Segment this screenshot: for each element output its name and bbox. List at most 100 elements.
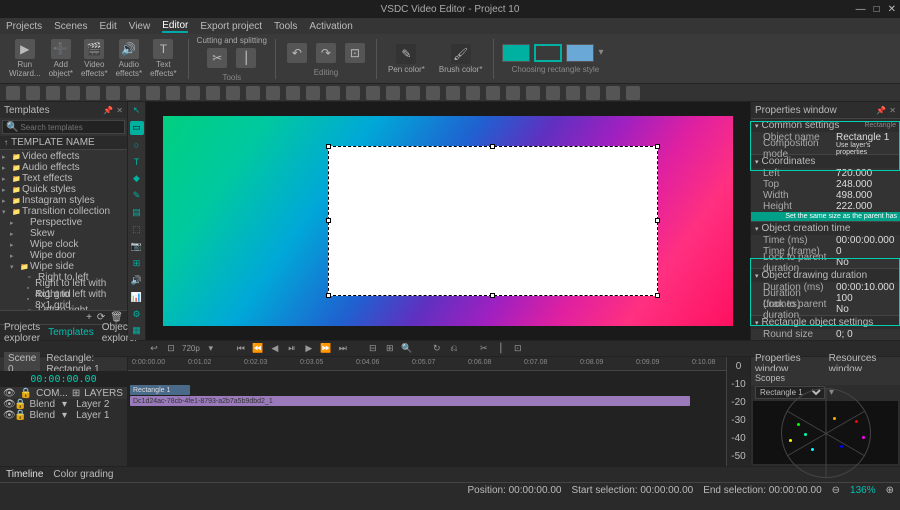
vtool-11[interactable]: 📊 — [130, 290, 144, 304]
tab-templates[interactable]: Templates — [48, 327, 94, 338]
tab-color-grading[interactable]: Color grading — [53, 469, 113, 480]
playbar-btn-7[interactable]: ◀ — [269, 343, 281, 355]
tree-item[interactable]: ▾📁Wipe side — [0, 261, 127, 272]
vtool-6[interactable]: ▤ — [130, 206, 144, 220]
toolbar-btn-12[interactable] — [246, 86, 260, 100]
section-rect[interactable]: ▾Rectangle object settings — [751, 315, 900, 329]
search-input[interactable] — [20, 123, 121, 132]
toolbar-btn-30[interactable] — [606, 86, 620, 100]
selected-rectangle[interactable] — [328, 146, 658, 296]
handle-ne[interactable] — [655, 144, 660, 149]
section-drawing[interactable]: ▾Object drawing duration — [751, 268, 900, 282]
playbar-btn-14[interactable]: ⊞ — [384, 343, 396, 355]
playbar-btn-17[interactable]: ↻ — [431, 343, 443, 355]
toolbar-btn-16[interactable] — [326, 86, 340, 100]
prop-lock1[interactable]: Lock to parent durationNo — [751, 257, 900, 268]
rect-style-outline[interactable] — [534, 44, 562, 62]
vtool-12[interactable]: ⚙ — [130, 307, 144, 321]
vtool-8[interactable]: 📷 — [130, 239, 144, 253]
playbar-btn-11[interactable]: ⏭ — [337, 343, 349, 355]
canvas[interactable] — [163, 116, 733, 326]
playbar-btn-9[interactable]: ▶ — [303, 343, 315, 355]
handle-se[interactable] — [655, 293, 660, 298]
playbar-btn-1[interactable]: ⊡ — [165, 343, 177, 355]
toolbar-btn-5[interactable] — [106, 86, 120, 100]
toolbar-btn-23[interactable] — [466, 86, 480, 100]
prop-left[interactable]: Left720.000 — [751, 168, 900, 179]
handle-sw[interactable] — [326, 293, 331, 298]
pin-icon[interactable]: 📌 — [103, 106, 113, 115]
toolbar-btn-11[interactable] — [226, 86, 240, 100]
ribbon-audio[interactable]: 🔊Audioeffects* — [113, 37, 146, 80]
toolbar-btn-20[interactable] — [406, 86, 420, 100]
toolbar-btn-1[interactable] — [26, 86, 40, 100]
prop-time-ms[interactable]: Time (ms)00:00:00.000 — [751, 235, 900, 246]
timeline-main[interactable]: 0:00:00.000:01.020:02.030:03.050:04.060:… — [128, 357, 750, 466]
split-tool[interactable]: ⎮ — [233, 46, 259, 70]
tree-item[interactable]: ▸📁Instagram styles — [0, 195, 127, 206]
toolbar-btn-13[interactable] — [266, 86, 280, 100]
vtool-2[interactable]: ○ — [130, 138, 144, 152]
handle-w[interactable] — [326, 218, 331, 223]
menu-projects[interactable]: Projects — [6, 21, 42, 32]
tree-item[interactable]: ▸Wipe clock — [0, 239, 127, 250]
menu-tools[interactable]: Tools — [274, 21, 297, 32]
menu-view[interactable]: View — [129, 21, 151, 32]
prop-lock2[interactable]: Lock to parent durationNo — [751, 304, 900, 315]
handle-s[interactable] — [490, 293, 495, 298]
playbar-btn-22[interactable]: ⊡ — [512, 343, 524, 355]
toolbar-btn-2[interactable] — [46, 86, 60, 100]
edit-b[interactable]: ↷ — [313, 41, 339, 65]
tree-item[interactable]: ▾📁Transition collection — [0, 206, 127, 217]
handle-n[interactable] — [490, 144, 495, 149]
cut-tool[interactable]: ✂ — [204, 46, 230, 70]
pen-color-button[interactable]: ✎Pen color* — [385, 42, 428, 76]
toolbar-btn-3[interactable] — [66, 86, 80, 100]
toolbar-btn-29[interactable] — [586, 86, 600, 100]
playbar-btn-10[interactable]: ⏩ — [320, 343, 332, 355]
tree-item[interactable]: ▸Skew — [0, 228, 127, 239]
playbar-btn-21[interactable]: ⎮ — [495, 343, 507, 355]
template-search[interactable]: 🔍 — [2, 120, 125, 134]
handle-nw[interactable] — [326, 144, 331, 149]
tab-projects-explorer[interactable]: Projects explorer — [4, 322, 40, 344]
prop-width[interactable]: Width498.000 — [751, 190, 900, 201]
toolbar-btn-15[interactable] — [306, 86, 320, 100]
playbar-btn-5[interactable]: ⏮ — [235, 343, 247, 355]
tree-item[interactable]: ▸Wipe door — [0, 250, 127, 261]
minimize-icon[interactable]: — — [856, 4, 866, 15]
toolbar-btn-26[interactable] — [526, 86, 540, 100]
vtool-1[interactable]: ▭ — [130, 121, 144, 135]
playbar-btn-6[interactable]: ⏪ — [252, 343, 264, 355]
vtool-5[interactable]: ✎ — [130, 189, 144, 203]
menu-scenes[interactable]: Scenes — [54, 21, 87, 32]
tree-item[interactable]: ▸📁Quick styles — [0, 184, 127, 195]
vtool-9[interactable]: ⊞ — [130, 256, 144, 270]
vtool-4[interactable]: ◆ — [130, 172, 144, 186]
toolbar-btn-22[interactable] — [446, 86, 460, 100]
menu-edit[interactable]: Edit — [99, 21, 116, 32]
toolbar-btn-17[interactable] — [346, 86, 360, 100]
tree-item[interactable]: ▸Perspective — [0, 217, 127, 228]
vtool-13[interactable]: ▦ — [130, 324, 144, 338]
playbar-btn-15[interactable]: 🔍 — [401, 343, 413, 355]
menu-export-project[interactable]: Export project — [200, 21, 262, 32]
clip-video[interactable]: Dc1d24ac-78cb-4fe1-8793-a2b7a5b9dbd2_1 — [130, 396, 690, 406]
timeline-layer[interactable]: 👁🔒Blend▾Layer 2 — [0, 399, 127, 410]
playbar-btn-3[interactable]: ▾ — [205, 343, 217, 355]
timeline-ruler[interactable]: 0:00:00.000:01.020:02.030:03.050:04.060:… — [128, 357, 750, 371]
playbar-btn-18[interactable]: ⎌ — [448, 343, 460, 355]
toolbar-btn-19[interactable] — [386, 86, 400, 100]
toolbar-btn-14[interactable] — [286, 86, 300, 100]
menu-editor[interactable]: Editor — [162, 20, 188, 33]
zoom-out-icon[interactable]: ⊖ — [832, 485, 840, 496]
close-icon[interactable]: ✕ — [888, 4, 896, 15]
vtool-3[interactable]: T — [130, 155, 144, 169]
toolbar-btn-25[interactable] — [506, 86, 520, 100]
edit-c[interactable]: ⊡ — [342, 41, 368, 65]
tree-item[interactable]: ▫Right to left with 8x1 grid — [0, 294, 127, 305]
playbar-btn-20[interactable]: ✂ — [478, 343, 490, 355]
tree-item[interactable]: ▸📁Audio effects — [0, 162, 127, 173]
section-creation[interactable]: ▾Object creation time — [751, 221, 900, 235]
prop-comp-mode[interactable]: Composition modeUse layer's properties — [751, 143, 900, 154]
